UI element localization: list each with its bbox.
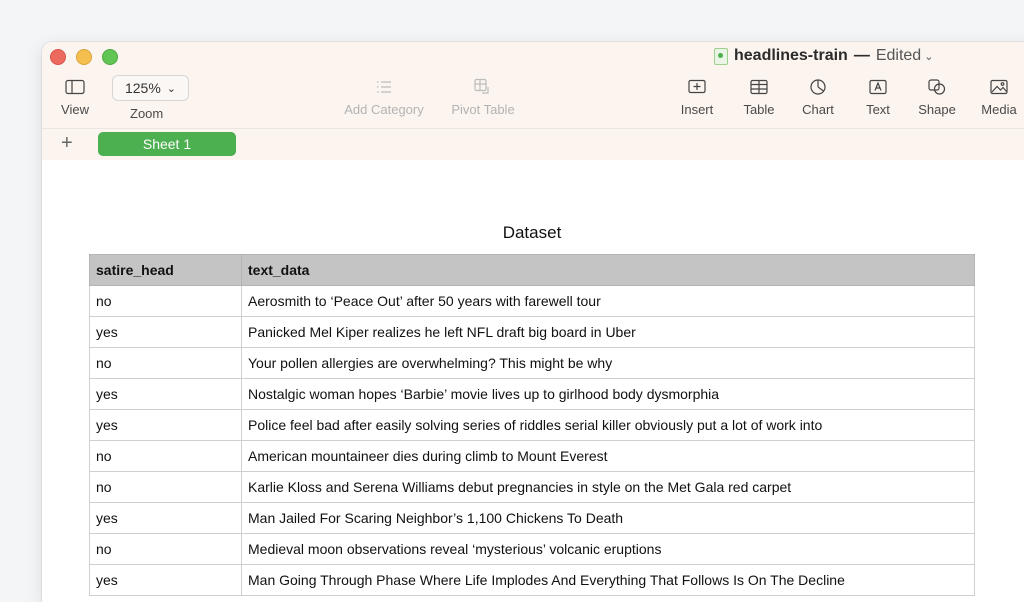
chevron-down-icon[interactable]: ⌄ [924,50,933,63]
table-row: no Karlie Kloss and Serena Williams debu… [89,471,975,503]
sheet-tab-bar: + Sheet 1 [42,128,1024,161]
chevron-down-icon: ⌄ [166,82,177,95]
add-category-label: Add Category [344,102,424,117]
media-label: Media [981,102,1017,117]
sidebar-icon [58,76,92,98]
table-cell[interactable]: Your pollen allergies are overwhelming? … [241,347,975,379]
chart-label: Chart [802,102,834,117]
table-cell[interactable]: no [89,440,242,472]
table-row: no Medieval moon observations reveal ‘my… [89,533,975,565]
shape-icon [914,76,960,98]
table-cell[interactable]: Nostalgic woman hopes ‘Barbie’ movie liv… [241,378,975,410]
media-button[interactable]: Media [977,76,1021,117]
table-cell[interactable]: Man Jailed For Scaring Neighbor’s 1,100 … [241,502,975,534]
zoom-select[interactable]: 125% ⌄ [112,75,189,101]
view-label: View [61,102,89,117]
table-row: no Your pollen allergies are overwhelmin… [89,347,975,379]
document-status: Edited [875,47,922,64]
table-cell[interactable]: no [89,471,242,503]
numbers-window: headlines-train — Edited ⌄ View 125% ⌄ Z… [42,42,1024,602]
document-name: headlines-train [734,47,848,64]
tab-sheet-1[interactable]: Sheet 1 [98,132,236,156]
insert-label: Insert [680,102,714,117]
header-cell-satire-head[interactable]: satire_head [89,254,242,286]
minimize-window-button[interactable] [76,49,92,65]
dataset-table[interactable]: satire_head text_data no Aerosmith to ‘P… [89,254,975,596]
text-box-icon [860,76,896,98]
table-label: Table [743,102,775,117]
pivot-table-button[interactable]: Pivot Table [444,76,522,117]
table-row: yes Police feel bad after easily solving… [89,409,975,441]
shape-label: Shape [918,102,956,117]
pivot-table-icon [444,76,522,98]
zoom-window-button[interactable] [102,49,118,65]
table-row: yes Man Jailed For Scaring Neighbor’s 1,… [89,502,975,534]
table-cell[interactable]: Police feel bad after easily solving ser… [241,409,975,441]
insert-button[interactable]: Insert [674,76,720,117]
numbers-document-icon [714,47,728,65]
list-icon [337,76,431,98]
view-button[interactable]: View [58,76,92,117]
title-separator: — [853,47,870,64]
window-controls [50,49,118,65]
pie-chart-icon [798,76,838,98]
table-cell[interactable]: Medieval moon observations reveal ‘myste… [241,533,975,565]
sheet-canvas: Dataset satire_head text_data no Aerosmi… [42,160,1024,602]
table-cell[interactable]: yes [89,409,242,441]
text-button[interactable]: Text [860,76,896,117]
add-sheet-button[interactable]: + [61,132,73,154]
window-title[interactable]: headlines-train — Edited ⌄ [714,47,933,65]
sheet-tab-label: Sheet 1 [142,136,192,152]
table-title[interactable]: Dataset [42,223,1022,243]
table-cell[interactable]: yes [89,502,242,534]
table-cell[interactable]: yes [89,316,242,348]
table-cell[interactable]: Man Going Through Phase Where Life Implo… [241,564,975,596]
table-button[interactable]: Table [739,76,779,117]
close-window-button[interactable] [50,49,66,65]
table-cell[interactable]: yes [89,564,242,596]
table-row: yes Nostalgic woman hopes ‘Barbie’ movie… [89,378,975,410]
table-cell[interactable]: no [89,347,242,379]
table-cell[interactable]: Karlie Kloss and Serena Williams debut p… [241,471,975,503]
pivot-table-label: Pivot Table [451,102,515,117]
table-cell[interactable]: Panicked Mel Kiper realizes he left NFL … [241,316,975,348]
table-row: no American mountaineer dies during clim… [89,440,975,472]
table-cell[interactable]: no [89,285,242,317]
photo-icon [977,76,1021,98]
shape-button[interactable]: Shape [914,76,960,117]
header-cell-text-data[interactable]: text_data [241,254,975,286]
table-cell[interactable]: American mountaineer dies during climb t… [241,440,975,472]
table-row: yes Panicked Mel Kiper realizes he left … [89,316,975,348]
table-row: yes Man Going Through Phase Where Life I… [89,564,975,596]
zoom-value: 125% [124,80,161,96]
toolbar: headlines-train — Edited ⌄ View 125% ⌄ Z… [42,42,1024,128]
text-label: Text [866,102,890,117]
table-header-row: satire_head text_data [89,254,975,286]
insert-icon [674,76,720,98]
chart-button[interactable]: Chart [798,76,838,117]
table-cell[interactable]: yes [89,378,242,410]
table-icon [739,76,779,98]
table-cell[interactable]: Aerosmith to ‘Peace Out’ after 50 years … [241,285,975,317]
table-row: no Aerosmith to ‘Peace Out’ after 50 yea… [89,285,975,317]
zoom-label: Zoom [130,106,164,121]
table-cell[interactable]: no [89,533,242,565]
add-category-button[interactable]: Add Category [337,76,431,117]
